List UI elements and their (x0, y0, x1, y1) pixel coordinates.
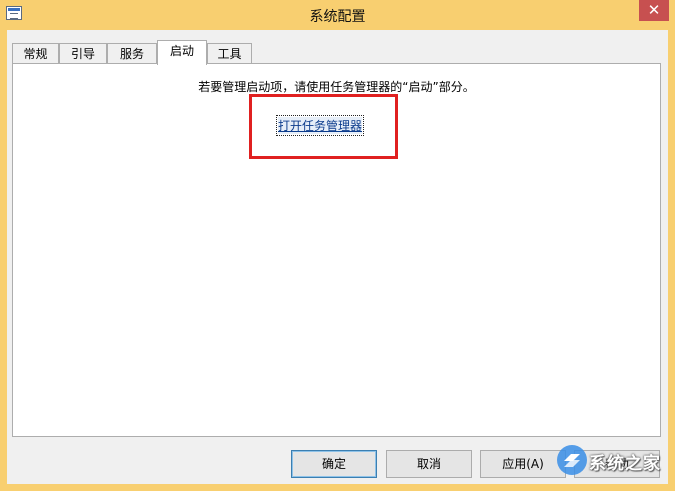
watermark: 系统之家 (555, 443, 667, 477)
startup-tab-panel: 若要管理启动项，请使用任务管理器的“启动”部分。 打开任务管理器 (12, 63, 661, 437)
tab-general[interactable]: 常规 (12, 43, 59, 63)
system-config-window: 系统配置 ✕ 常规 引导 服务 启动 工具 若要管理启动项，请使用任务管理器的“… (0, 0, 675, 491)
open-task-manager-link[interactable]: 打开任务管理器 (275, 115, 365, 136)
cancel-button[interactable]: 取消 (386, 450, 472, 478)
apply-button[interactable]: 应用(A) (480, 450, 566, 478)
tab-startup[interactable]: 启动 (157, 40, 207, 65)
watermark-text: 系统之家 (589, 454, 661, 474)
close-button[interactable]: ✕ (639, 0, 669, 21)
watermark-logo-icon (557, 445, 587, 475)
tab-tools[interactable]: 工具 (207, 43, 252, 63)
ok-button[interactable]: 确定 (291, 450, 377, 478)
tab-services[interactable]: 服务 (107, 43, 157, 63)
startup-message: 若要管理启动项，请使用任务管理器的“启动”部分。 (198, 80, 475, 94)
title-bar[interactable]: 系统配置 ✕ (0, 0, 675, 30)
tab-boot[interactable]: 引导 (59, 43, 107, 63)
window-title: 系统配置 (309, 9, 366, 25)
dialog-client-area: 常规 引导 服务 启动 工具 若要管理启动项，请使用任务管理器的“启动”部分。 … (7, 30, 668, 484)
